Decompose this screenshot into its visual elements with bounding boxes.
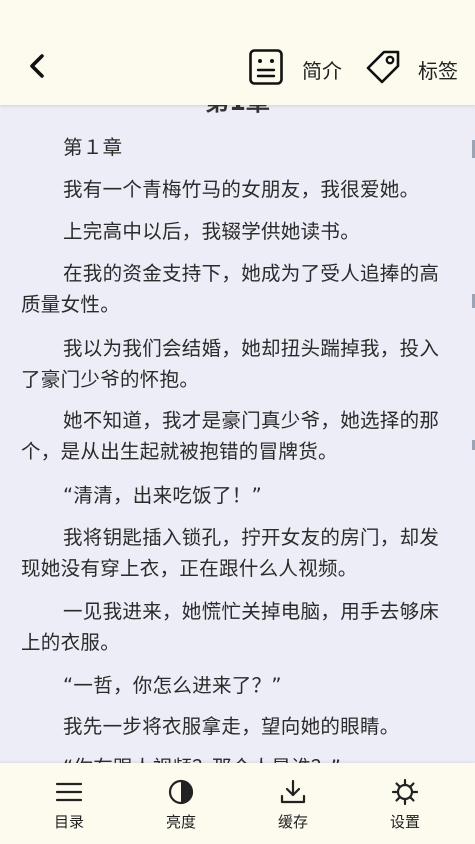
brightness-icon (166, 777, 196, 807)
top-toolbar: 简介 标签 (0, 0, 475, 105)
chevron-left-icon (28, 52, 46, 84)
gear-icon (390, 777, 420, 807)
cache-label: 缓存 (277, 813, 308, 831)
book-intro-icon (248, 48, 284, 90)
settings-button[interactable]: 设置 (370, 777, 440, 833)
paragraph: 一见我进来，她慌忙关掉电脑，用手去够床上的衣服。 (21, 600, 440, 654)
back-button[interactable] (22, 52, 52, 84)
menu-list-icon (54, 777, 84, 807)
brightness-label: 亮度 (165, 813, 196, 831)
paragraph: 我将钥匙插入锁孔，拧开女友的房门，却发现她没有穿上衣，正在跟什么人视频。 (21, 526, 440, 580)
paragraph: 我有一个青梅竹马的女朋友，我很爱她。 (63, 178, 420, 201)
tag-icon (364, 48, 402, 90)
paragraph: 在我的资金支持下，她成为了受人追捧的高质量女性。 (21, 262, 440, 316)
paragraph: “一哲，你怎么进来了？” (63, 674, 282, 697)
paragraph: 她不知道，我才是豪门真少爷，她选择的那个，是从出生起就被抱错的冒牌货。 (21, 409, 440, 463)
cache-button[interactable]: 缓存 (258, 777, 328, 833)
paragraph: “清清，出来吃饭了！” (63, 484, 263, 507)
download-icon (278, 777, 308, 807)
catalog-label: 目录 (53, 813, 84, 831)
settings-label: 设置 (389, 813, 420, 831)
bottom-toolbar: 目录 亮度 缓存 设置 (0, 763, 475, 844)
catalog-button[interactable]: 目录 (34, 777, 104, 833)
tags-button[interactable]: 标签 (364, 50, 458, 88)
paragraph: 我先一步将衣服拿走，望向她的眼睛。 (63, 715, 400, 738)
reader-content[interactable]: 第1章 第１章 我有一个青梅竹马的女朋友，我很爱她。 上完高中以后，我辍学供她读… (0, 0, 475, 844)
paragraph: 第１章 (63, 136, 123, 159)
brightness-button[interactable]: 亮度 (146, 777, 216, 833)
tags-label: 标签 (418, 58, 458, 83)
paragraph: 上完高中以后，我辍学供她读书。 (63, 220, 361, 243)
paragraph: 我以为我们会结婚，她却扭头踹掉我，投入了豪门少爷的怀抱。 (21, 337, 440, 391)
intro-button[interactable]: 简介 (248, 48, 342, 90)
intro-label: 简介 (302, 58, 342, 83)
